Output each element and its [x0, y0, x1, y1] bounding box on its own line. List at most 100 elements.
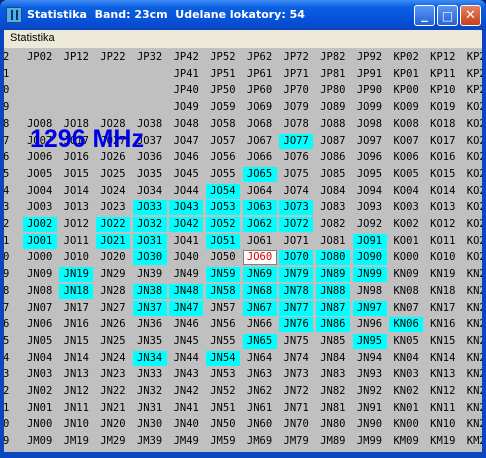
locator-cell-jo87: JO87	[320, 134, 346, 147]
locator-cell-km19: KM19	[430, 435, 456, 448]
app-icon[interactable]	[6, 7, 22, 23]
window-frame-bottom	[0, 452, 486, 458]
locator-cell-jo21: JO21	[95, 233, 130, 249]
locator-cell-jn97: JN97	[352, 300, 387, 316]
locator-cell-jn93: JN93	[356, 368, 383, 381]
row-number-label: 94	[4, 351, 10, 364]
locator-cell-jn75: JN75	[283, 334, 309, 347]
locator-cell-jn08: JN08	[26, 284, 53, 297]
locator-cell-jp41: JP41	[173, 67, 199, 80]
locator-cell-jp51: JP51	[210, 67, 236, 80]
maximize-button[interactable]: □	[437, 5, 458, 26]
locator-cell-jo04: JO04	[26, 184, 53, 197]
locator-cell-jo62: JO62	[242, 217, 277, 232]
locator-cell-ko07: KO07	[393, 134, 419, 147]
locator-cell-jm89: JM89	[320, 435, 346, 448]
locator-cell-ko28: KO28	[466, 117, 482, 130]
locator-cell-jn49: JN49	[173, 268, 199, 281]
locator-cell-jo54: JO54	[205, 183, 240, 199]
locator-cell-jo49: JO49	[173, 101, 199, 114]
locator-cell-jn12: JN12	[63, 385, 89, 397]
row-number-label: 92	[4, 51, 10, 63]
locator-cell-jn64: JN64	[246, 351, 273, 364]
menu-statistika[interactable]: Statistika	[10, 32, 55, 44]
window-frame-right	[482, 30, 486, 452]
title-bar[interactable]: Statistika Band: 23cm Udelane lokatory: …	[0, 0, 486, 30]
locator-cell-kn13: KN13	[430, 368, 456, 381]
locator-cell-jn80: JN80	[320, 418, 346, 431]
locator-cell-ko21: KO21	[466, 234, 482, 247]
locator-cell-ko14: KO14	[430, 184, 456, 197]
row-number-label: 98	[4, 117, 10, 130]
locator-cell-jn68: JN68	[242, 283, 277, 299]
locator-cell-jn70: JN70	[283, 418, 309, 431]
locator-cell-jn40: JN40	[173, 418, 199, 431]
locator-cell-jo78: JO78	[283, 117, 309, 130]
locator-cell-ko29: KO29	[466, 101, 482, 114]
locator-cell-kn02: KN02	[393, 385, 419, 397]
close-button[interactable]: ✕	[460, 5, 481, 26]
locator-cell-jo03: JO03	[26, 201, 53, 214]
locator-cell-jo58: JO58	[210, 117, 236, 130]
locator-cell-ko26: KO26	[466, 151, 482, 164]
locator-cell-jn86: JN86	[315, 317, 350, 333]
locator-cell-kp20: KP20	[466, 84, 482, 97]
locator-cell-jn59: JN59	[205, 267, 240, 283]
row-number-label: 97	[4, 301, 10, 314]
locator-cell-jn38: JN38	[132, 283, 167, 299]
locator-cell-ko16: KO16	[430, 151, 456, 164]
locator-cell-jo95: JO95	[356, 167, 383, 180]
locator-cell-jn58: JN58	[205, 283, 240, 299]
locator-cell-jo71: JO71	[283, 234, 309, 247]
locator-cell-kn20: KN20	[466, 418, 482, 431]
locator-cell-kp10: KP10	[430, 84, 456, 97]
locator-cell-jn17: JN17	[63, 301, 89, 314]
locator-cell-jn37: JN37	[132, 300, 167, 316]
locator-cell-jn85: JN85	[320, 334, 346, 347]
locator-cell-jo11: JO11	[63, 234, 89, 247]
locator-cell-ko01: KO01	[393, 234, 419, 247]
locator-cell-jp81: JP81	[320, 67, 346, 80]
locator-cell-jn87: JN87	[315, 300, 350, 316]
locator-cell-jn54: JN54	[205, 350, 240, 366]
locator-cell-jp82: JP82	[320, 51, 346, 63]
locator-cell-jn92: JN92	[356, 385, 383, 397]
locator-cell-ko09: KO09	[393, 101, 419, 114]
locator-cell-jn15: JN15	[63, 334, 89, 347]
row-number-label: 95	[4, 334, 10, 347]
locator-cell-jn05: JN05	[26, 334, 53, 347]
locator-cell-kp01: KP01	[393, 67, 419, 80]
locator-cell-jp90: JP90	[356, 84, 383, 97]
locator-cell-jn07: JN07	[26, 301, 53, 314]
locator-cell-jp91: JP91	[356, 67, 383, 80]
locator-cell-jn30: JN30	[136, 418, 163, 431]
locator-cell-jn00: JN00	[26, 418, 53, 431]
locator-cell-jo24: JO24	[100, 184, 126, 197]
locator-cell-jo12: JO12	[63, 218, 89, 230]
locator-cell-kn22: KN22	[466, 385, 482, 397]
locator-cell-jn46: JN46	[173, 318, 199, 331]
row-number-label: 98	[4, 284, 10, 297]
locator-cell-kn19: KN19	[430, 268, 456, 281]
locator-cell-jm39: JM39	[136, 435, 163, 448]
locator-cell-jp72: JP72	[283, 51, 309, 63]
locator-cell-jn10: JN10	[63, 418, 89, 431]
locator-cell-jo73: JO73	[279, 200, 314, 216]
locator-cell-jo70: JO70	[279, 250, 314, 266]
locator-cell-jo96: JO96	[356, 151, 383, 164]
locator-cell-ko13: KO13	[430, 201, 456, 214]
locator-cell-jo94: JO94	[356, 184, 383, 197]
locator-cell-jp62: JP62	[246, 51, 273, 63]
locator-cell-ko27: KO27	[466, 134, 482, 147]
locator-cell-jm79: JM79	[283, 435, 309, 448]
locator-cell-jn24: JN24	[100, 351, 126, 364]
locator-cell-jo66: JO66	[246, 151, 273, 164]
locator-cell-jo43: JO43	[169, 200, 204, 216]
locator-cell-kn27: KN27	[466, 301, 482, 314]
row-number-label: 99	[4, 101, 10, 114]
locator-cell-kn03: KN03	[393, 368, 419, 381]
locator-cell-kn15: KN15	[430, 334, 456, 347]
locator-cell-jn66: JN66	[246, 318, 273, 331]
locator-cell-jo65: JO65	[242, 166, 277, 182]
minimize-button[interactable]: _	[414, 5, 435, 26]
